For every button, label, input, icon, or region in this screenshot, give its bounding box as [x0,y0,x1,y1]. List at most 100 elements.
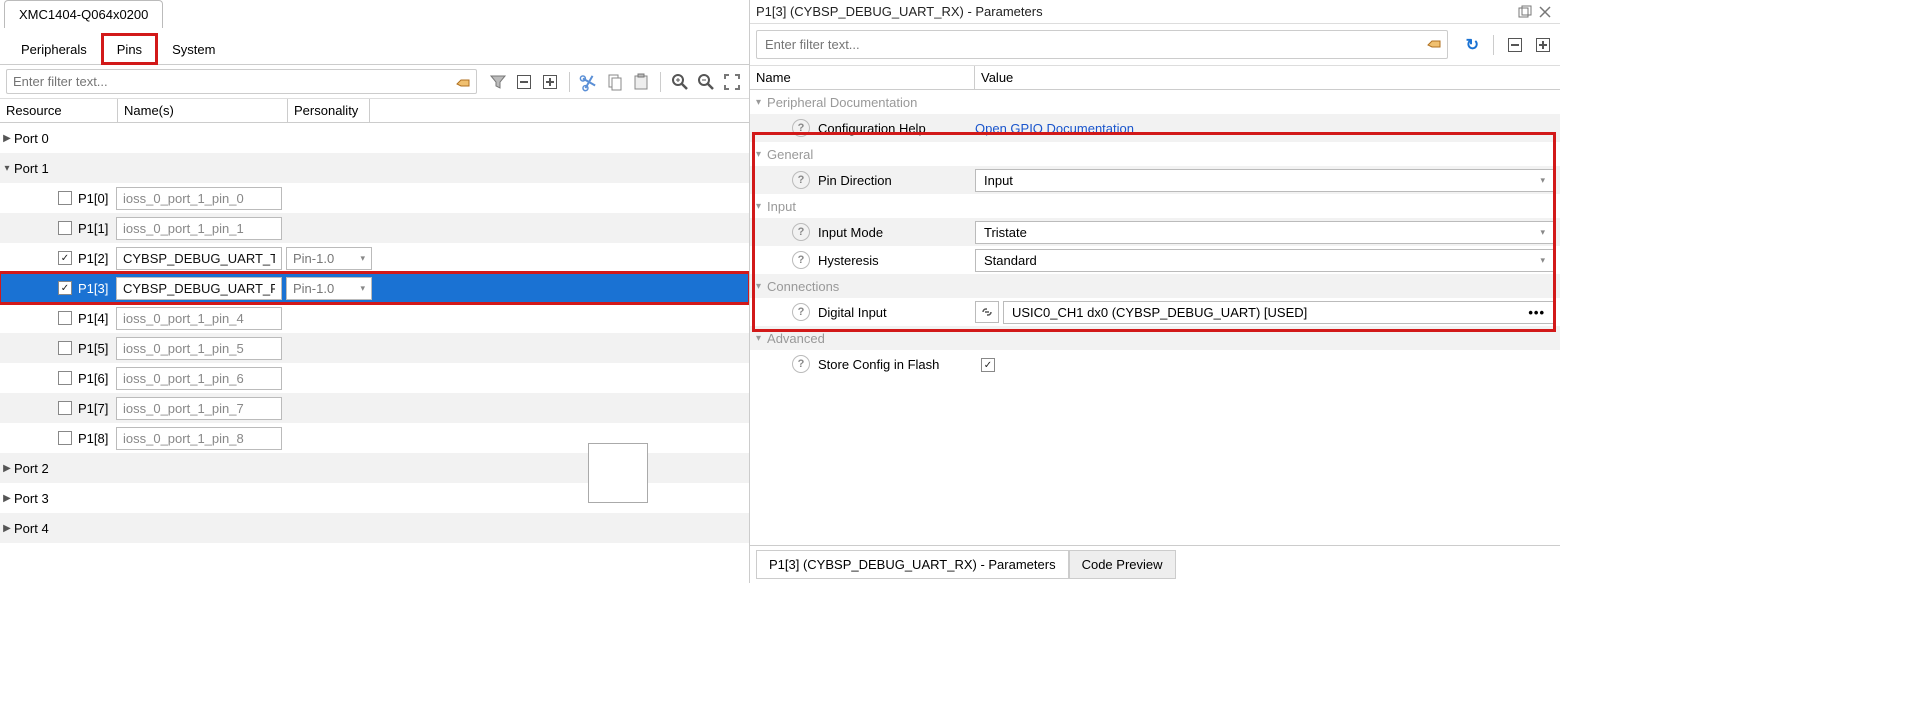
col-personality: Personality [288,99,370,122]
tab-pins[interactable]: Pins [102,34,157,64]
pin-name-input[interactable] [116,247,282,270]
pin-name-input[interactable] [116,217,282,240]
tab-peripherals[interactable]: Peripherals [6,34,102,64]
expander-icon[interactable]: ▶ [0,493,14,504]
separator [1493,35,1494,55]
pin-checkbox[interactable] [58,191,72,205]
help-icon[interactable]: ? [792,119,810,137]
collapse-all-icon[interactable] [1504,34,1526,56]
expander-icon[interactable]: ▶ [0,133,14,144]
param-hysteresis: ? Hysteresis Standard▾ [750,246,1560,274]
bottom-tab-code-preview[interactable]: Code Preview [1069,550,1176,579]
expand-all-icon[interactable] [539,71,561,93]
pins-filter-input[interactable] [6,69,477,94]
pin-checkbox[interactable] [58,431,72,445]
param-label: Store Config in Flash [818,357,939,372]
chevron-down-icon: ▾ [360,283,365,294]
clear-filter-icon[interactable] [1426,35,1442,54]
doc-link[interactable]: Open GPIO Documentation [975,121,1134,136]
param-label: Input Mode [818,225,883,240]
group-general[interactable]: ▾General [750,142,1560,166]
pin-label: P1[2] [78,251,116,266]
parameters-title: P1[3] (CYBSP_DEBUG_UART_RX) - Parameters [756,2,1514,21]
chevron-down-icon: ▾ [1540,175,1545,186]
link-icon[interactable] [975,301,999,323]
clear-filter-icon[interactable] [455,74,471,90]
pin-row[interactable]: P1[0] [0,183,749,213]
group-connections[interactable]: ▾Connections [750,274,1560,298]
pin-checkbox[interactable]: ✓ [58,251,72,265]
pin-label: P1[1] [78,221,116,236]
pin-checkbox[interactable]: ✓ [58,281,72,295]
zoom-fit-icon[interactable] [721,71,743,93]
copy-icon[interactable] [604,71,626,93]
group-advanced[interactable]: ▾Advanced [750,326,1560,350]
expander-icon[interactable]: ▶ [0,523,14,534]
expand-all-icon[interactable] [1532,34,1554,56]
chevron-down-icon[interactable]: ▾ [756,201,761,212]
help-icon[interactable]: ? [792,303,810,321]
col-names: Name(s) [118,99,288,122]
chevron-down-icon[interactable]: ▾ [756,149,761,160]
pin-checkbox[interactable] [58,341,72,355]
pin-row[interactable]: P1[1] [0,213,749,243]
chevron-down-icon[interactable]: ▾ [756,97,761,108]
pin-name-input[interactable] [116,427,282,450]
param-label: Pin Direction [818,173,892,188]
pin-label: P1[4] [78,311,116,326]
bottom-tab-parameters[interactable]: P1[3] (CYBSP_DEBUG_UART_RX) - Parameters [756,550,1069,579]
close-icon[interactable] [1536,3,1554,21]
chevron-down-icon[interactable]: ▾ [756,333,761,344]
pin-direction-dropdown[interactable]: Input▾ [975,169,1554,192]
pin-name-input[interactable] [116,187,282,210]
port-row[interactable]: ▾ Port 1 [0,153,749,183]
hysteresis-dropdown[interactable]: Standard▾ [975,249,1554,272]
param-pin-direction: ? Pin Direction Input▾ [750,166,1560,194]
more-icon[interactable]: ••• [1528,305,1545,320]
digital-input-field[interactable]: USIC0_CH1 dx0 (CYBSP_DEBUG_UART) [USED]•… [1003,301,1554,324]
pin-name-input[interactable] [116,397,282,420]
group-doc[interactable]: ▾Peripheral Documentation [750,90,1560,114]
help-icon[interactable]: ? [792,171,810,189]
pin-label: P1[7] [78,401,116,416]
personality-dropdown[interactable]: Pin-1.0▾ [286,247,372,270]
collapse-all-icon[interactable] [513,71,535,93]
pin-name-input[interactable] [116,367,282,390]
help-icon[interactable]: ? [792,355,810,373]
store-config-checkbox[interactable]: ✓ [981,358,995,372]
pin-checkbox[interactable] [58,371,72,385]
expander-icon[interactable]: ▶ [0,463,14,474]
zoom-in-icon[interactable] [669,71,691,93]
paste-icon[interactable] [630,71,652,93]
pin-name-input[interactable] [116,277,282,300]
pin-checkbox[interactable] [58,221,72,235]
chevron-down-icon[interactable]: ▾ [756,281,761,292]
param-config-help: ?Configuration Help Open GPIO Documentat… [750,114,1560,142]
filter-icon[interactable] [487,71,509,93]
refresh-icon[interactable]: ↻ [1462,35,1483,55]
help-icon[interactable]: ? [792,223,810,241]
port-row[interactable]: ▶ Port 0 [0,123,749,153]
pin-checkbox[interactable] [58,401,72,415]
pin-name-input[interactable] [116,307,282,330]
personality-dropdown[interactable]: Pin-1.0▾ [286,277,372,300]
param-label: Hysteresis [818,253,879,268]
chip-preview [495,263,740,583]
pin-label: P1[8] [78,431,116,446]
chevron-down-icon: ▾ [360,253,365,264]
input-mode-dropdown[interactable]: Tristate▾ [975,221,1554,244]
help-icon[interactable]: ? [792,251,810,269]
pin-checkbox[interactable] [58,311,72,325]
separator [660,72,661,92]
cut-icon[interactable] [576,68,603,95]
chevron-down-icon: ▾ [1540,227,1545,238]
params-filter-input[interactable] [756,30,1448,59]
expander-icon[interactable]: ▾ [0,163,14,174]
zoom-out-icon[interactable] [695,71,717,93]
tab-system[interactable]: System [157,34,230,64]
pin-name-input[interactable] [116,337,282,360]
param-input-mode: ? Input Mode Tristate▾ [750,218,1560,246]
group-input[interactable]: ▾Input [750,194,1560,218]
device-tab[interactable]: XMC1404-Q064x0200 [4,0,163,28]
restore-icon[interactable] [1516,3,1534,21]
